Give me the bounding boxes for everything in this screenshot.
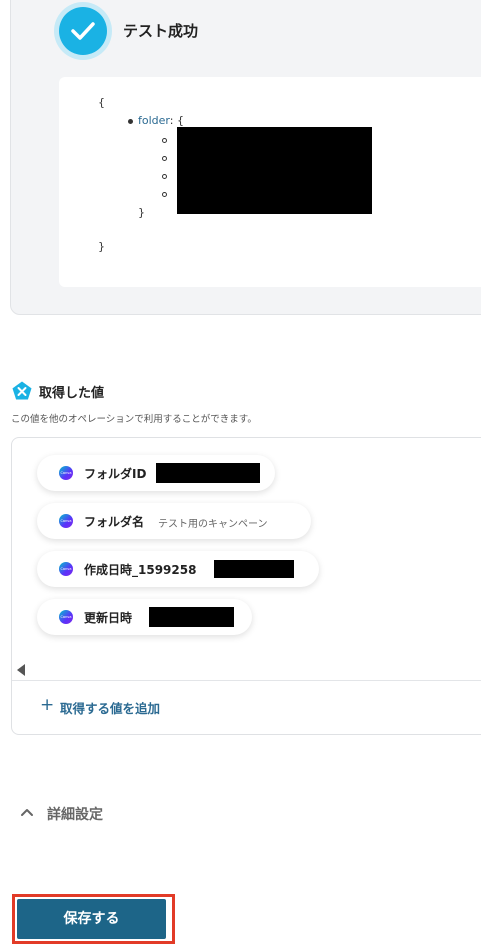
code-sub-bullet <box>162 174 167 179</box>
plus-icon: + <box>40 695 55 715</box>
canva-logo-icon: Canva <box>59 466 73 480</box>
code-close-brace: } <box>98 240 105 253</box>
value-chip-folder-name[interactable]: Canva フォルダ名 テスト用のキャンペーン <box>37 503 311 539</box>
redacted-block <box>177 127 372 214</box>
code-sub-bullet <box>162 138 167 143</box>
check-icon <box>59 7 107 55</box>
panel-divider <box>12 680 481 681</box>
redacted-value <box>149 607 234 627</box>
chip-label: フォルダ名 <box>84 515 145 529</box>
value-chip-folder-id[interactable]: Canva フォルダID <box>37 455 275 491</box>
detail-settings-label: 詳細設定 <box>47 807 103 823</box>
canva-logo-icon: Canva <box>59 610 73 624</box>
response-code-block: { folder: { } } <box>59 77 481 287</box>
code-folder-open: : { <box>169 114 184 127</box>
chip-label: フォルダID <box>84 467 147 481</box>
code-open-brace: { <box>98 96 105 109</box>
test-success-title: テスト成功 <box>123 22 199 40</box>
redacted-value <box>156 463 260 483</box>
code-sub-bullet <box>162 192 167 197</box>
chip-label: 作成日時_1599258 <box>84 563 197 577</box>
save-button[interactable]: 保存する <box>17 899 166 939</box>
variable-icon <box>12 381 32 400</box>
chip-value: テスト用のキャンペーン <box>158 519 268 530</box>
value-chip-created-at[interactable]: Canva 作成日時_1599258 <box>37 551 319 587</box>
add-value-label: 取得する値を追加 <box>60 701 161 716</box>
code-folder-key: folder <box>138 114 170 127</box>
captured-values-panel: Canva フォルダID Canva フォルダ名 テスト用のキャンペーン Can… <box>11 437 481 735</box>
code-inner-close: } <box>138 206 145 219</box>
value-chip-updated-at[interactable]: Canva 更新日時 <box>37 599 252 635</box>
canva-logo-icon: Canva <box>59 514 73 528</box>
code-sub-bullet <box>162 156 167 161</box>
chip-label: 更新日時 <box>84 611 133 625</box>
canva-logo-icon: Canva <box>59 562 73 576</box>
scroll-left-arrow[interactable] <box>17 664 25 676</box>
test-success-card: テスト成功 { folder: { } } <box>10 0 481 315</box>
captured-values-description: この値を他のオペレーションで利用することができます。 <box>11 414 257 425</box>
code-bullet <box>128 119 133 124</box>
captured-values-title: 取得した値 <box>39 386 105 401</box>
redacted-value <box>214 560 294 578</box>
chevron-up-icon <box>21 809 33 816</box>
code-folder-line: folder: { <box>138 114 184 127</box>
